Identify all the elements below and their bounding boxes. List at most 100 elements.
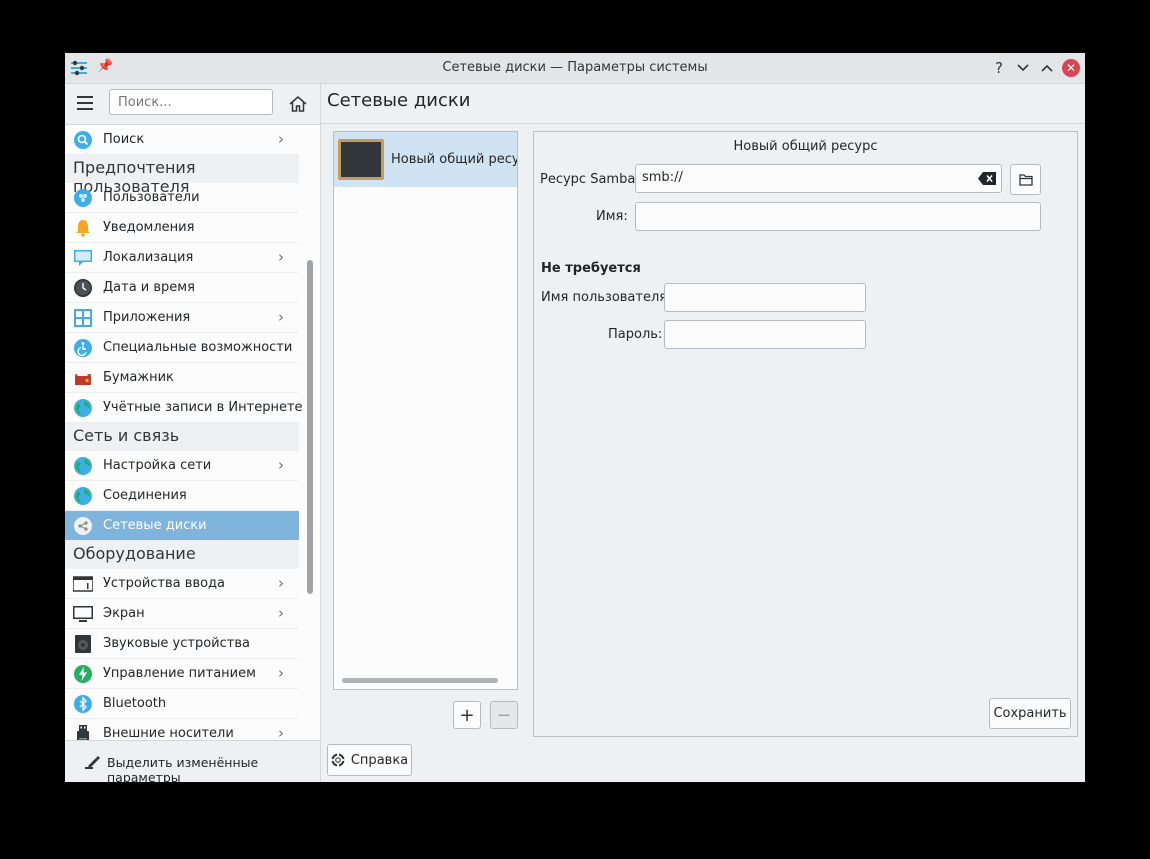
name-label: Имя: xyxy=(596,209,628,224)
online-accounts-icon xyxy=(73,398,93,418)
sidebar-item-label: Внешние носители xyxy=(103,726,234,741)
sidebar-category: Сеть и связь xyxy=(65,423,299,451)
settings-window: 📌 Сетевые диски — Параметры системы ? ✕ … xyxy=(65,53,1085,782)
save-button[interactable]: Сохранить xyxy=(989,698,1071,729)
minimize-button[interactable] xyxy=(1012,57,1034,79)
users-icon xyxy=(73,188,93,208)
title-bar: 📌 Сетевые диски — Параметры системы ? ✕ xyxy=(65,53,1085,84)
sidebar-item-3[interactable]: Уведомления xyxy=(65,213,299,243)
sidebar-header xyxy=(65,84,320,125)
sidebar-category: Оборудование xyxy=(65,541,299,569)
sidebar-item-13[interactable]: Сетевые диски xyxy=(65,511,299,541)
sidebar-item-4[interactable]: Локализация › xyxy=(65,243,299,273)
connections-globe-icon xyxy=(73,486,93,506)
search-input[interactable] xyxy=(109,89,273,115)
sidebar-item-label: Приложения xyxy=(103,310,191,325)
sidebar-item-label: Пользователи xyxy=(103,190,200,205)
close-icon: ✕ xyxy=(1065,61,1077,75)
name-input[interactable] xyxy=(635,202,1041,231)
share-list-item[interactable]: Новый общий ресурс xyxy=(334,132,517,187)
power-icon xyxy=(73,664,93,684)
sidebar-item-12[interactable]: Соединения xyxy=(65,481,299,511)
browse-folder-button[interactable] xyxy=(1010,164,1041,195)
password-input[interactable] xyxy=(664,320,866,349)
chevron-right-icon: › xyxy=(278,664,284,682)
clock-icon xyxy=(73,278,93,298)
chevron-right-icon: › xyxy=(278,604,284,622)
chevron-right-icon: › xyxy=(278,574,284,592)
sidebar-item-label: Экран xyxy=(103,606,145,621)
sidebar-item-label: Настройка сети xyxy=(103,458,212,473)
sidebar-item-label: Поиск xyxy=(103,132,145,147)
add-share-button[interactable]: + xyxy=(453,701,481,729)
sidebar-item-7[interactable]: Специальные возможности xyxy=(65,333,299,363)
page-title: Сетевые диски xyxy=(327,90,471,111)
keyboard-icon xyxy=(72,574,94,594)
sidebar-item-16[interactable]: Экран › xyxy=(65,599,299,629)
localization-icon xyxy=(73,248,93,268)
sidebar-item-6[interactable]: Приложения › xyxy=(65,303,299,333)
sidebar-item-8[interactable]: Бумажник xyxy=(65,363,299,393)
form-title: Новый общий ресурс xyxy=(733,139,878,154)
wallet-icon xyxy=(73,368,93,388)
monitor-icon xyxy=(73,604,93,624)
sidebar-item-label: Уведомления xyxy=(103,220,195,235)
sidebar-item-label: Специальные возможности xyxy=(103,340,293,355)
sidebar-item-label: Локализация xyxy=(103,250,194,265)
samba-share-input[interactable]: smb:// xyxy=(635,164,1002,193)
window-title: Сетевые диски — Параметры системы xyxy=(442,60,708,75)
share-list-scrollbar[interactable] xyxy=(342,678,498,683)
bluetooth-icon xyxy=(73,694,93,714)
share-item-label: Новый общий ресурс xyxy=(391,152,517,167)
network-globe-icon xyxy=(73,456,93,476)
share-icon xyxy=(73,516,93,536)
bell-icon xyxy=(73,218,93,238)
sidebar-item-2[interactable]: Пользователи xyxy=(65,183,299,213)
remove-share-button[interactable]: − xyxy=(490,701,518,729)
sidebar-item-label: Учётные записи в Интернете xyxy=(103,400,303,415)
chevron-up-icon xyxy=(1041,64,1053,72)
sidebar-item-5[interactable]: Дата и время xyxy=(65,273,299,303)
share-list[interactable]: Новый общий ресурс xyxy=(333,131,518,690)
highlighter-icon xyxy=(85,756,100,769)
sidebar-item-11[interactable]: Настройка сети › xyxy=(65,451,299,481)
close-button[interactable]: ✕ xyxy=(1062,59,1080,77)
home-icon[interactable] xyxy=(288,94,308,114)
accessibility-icon xyxy=(73,338,93,358)
chevron-down-icon xyxy=(1017,64,1029,72)
sidebar-item-label: Звуковые устройства xyxy=(103,636,250,651)
sidebar-item-label: Соединения xyxy=(103,488,187,503)
help-window-button[interactable]: ? xyxy=(988,57,1010,79)
sidebar-item-9[interactable]: Учётные записи в Интернете xyxy=(65,393,303,423)
folder-icon xyxy=(1018,173,1033,186)
sidebar-item-label: Управление питанием xyxy=(103,666,256,681)
maximize-button[interactable] xyxy=(1036,57,1058,79)
password-label: Пароль: xyxy=(608,327,663,342)
sidebar-item-label: Bluetooth xyxy=(103,696,167,711)
sidebar-category: Предпочтения пользователя xyxy=(65,155,299,196)
help-button[interactable]: Справка xyxy=(327,744,412,776)
sidebar-item-0[interactable]: Поиск › xyxy=(65,125,299,155)
sidebar-scrollbar[interactable] xyxy=(307,260,313,594)
clear-text-icon[interactable] xyxy=(978,172,996,185)
sidebar-item-label: Дата и время xyxy=(103,280,195,295)
sidebar-item-15[interactable]: Устройства ввода › xyxy=(65,569,299,599)
sidebar-item-label: Сетевые диски xyxy=(103,518,207,533)
sidebar-item-19[interactable]: Bluetooth xyxy=(65,689,299,719)
sidebar-item-17[interactable]: Звуковые устройства xyxy=(65,629,299,659)
header-divider xyxy=(321,123,1085,124)
search-icon xyxy=(73,130,93,150)
sidebar-item-18[interactable]: Управление питанием › xyxy=(65,659,299,689)
applications-icon xyxy=(73,308,93,328)
samba-share-value: smb:// xyxy=(642,170,683,185)
highlight-changes-button[interactable]: Выделить изменённые параметры xyxy=(65,740,320,782)
username-input[interactable] xyxy=(664,283,866,312)
chevron-right-icon: › xyxy=(278,308,284,326)
highlight-changes-label: Выделить изменённые параметры xyxy=(107,755,259,782)
sidebar-list: Поиск › Предпочтения пользователя Пользоват… xyxy=(65,125,303,749)
lifebuoy-icon xyxy=(331,753,345,767)
share-form-panel: Новый общий ресурс Ресурс Samba: smb:// … xyxy=(533,131,1078,737)
chevron-right-icon: › xyxy=(278,456,284,474)
hamburger-menu-icon[interactable] xyxy=(77,96,93,110)
sidebar-item-label: Бумажник xyxy=(103,370,174,385)
